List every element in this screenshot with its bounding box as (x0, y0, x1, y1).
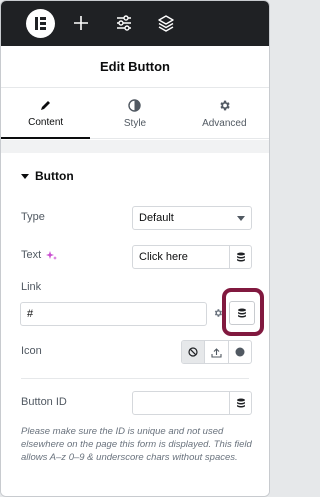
circle-icon (235, 347, 245, 357)
dynamic-tags-button[interactable] (229, 392, 251, 414)
pencil-icon (40, 101, 50, 110)
sliders-icon[interactable] (114, 13, 134, 33)
tab-advanced[interactable]: Advanced (180, 89, 269, 138)
button-id-label: Button ID (21, 396, 67, 408)
type-label: Type (21, 211, 45, 223)
panel-header: Edit Button (1, 46, 269, 88)
type-select-value: Default (139, 212, 174, 224)
tab-style[interactable]: Style (90, 89, 179, 138)
database-icon (238, 308, 246, 318)
editor-panel: Edit Button Content Style Advanced Butto… (0, 0, 270, 497)
section-title: Button (35, 169, 74, 183)
caret-down-icon (21, 173, 29, 179)
icon-label: Icon (21, 345, 42, 357)
text-input-group: Click here (132, 245, 252, 269)
icon-upload-button[interactable] (204, 341, 227, 363)
icon-library-button[interactable] (227, 341, 251, 363)
button-id-help-text: Please make sure the ID is unique and no… (21, 426, 252, 463)
tab-label: Advanced (202, 117, 247, 129)
dynamic-tags-button[interactable] (229, 246, 251, 268)
link-input[interactable]: # (20, 302, 207, 326)
section-gap (1, 140, 269, 153)
upload-icon (211, 347, 222, 358)
half-circle-icon (128, 98, 142, 112)
divider (21, 378, 249, 379)
panel-title: Edit Button (99, 59, 171, 74)
ban-icon (188, 347, 198, 357)
elementor-logo[interactable] (26, 9, 55, 38)
text-label: Text (21, 249, 58, 261)
top-bar (1, 1, 269, 46)
plus-icon[interactable] (71, 13, 91, 33)
tab-bar: Content Style Advanced (1, 89, 269, 139)
type-select[interactable]: Default (132, 206, 252, 230)
tab-label: Content (28, 117, 64, 128)
link-dynamic-tags-button[interactable] (229, 301, 255, 325)
database-icon (236, 252, 245, 262)
tab-content[interactable]: Content (1, 89, 91, 139)
link-label: Link (21, 281, 42, 293)
button-id-input[interactable] (133, 392, 229, 414)
chevron-down-icon (237, 216, 245, 221)
tab-label: Style (123, 117, 147, 129)
text-label-text: Text (21, 249, 42, 261)
icon-none-button[interactable] (182, 341, 205, 363)
button-id-input-group (132, 391, 252, 415)
text-input[interactable]: Click here (133, 246, 229, 268)
database-icon (236, 398, 245, 408)
layers-icon[interactable] (156, 13, 176, 33)
section-toggle-button[interactable]: Button (21, 169, 74, 183)
gear-icon (220, 100, 230, 110)
icon-choices (181, 340, 252, 364)
ai-sparkle-icon[interactable] (46, 250, 58, 261)
